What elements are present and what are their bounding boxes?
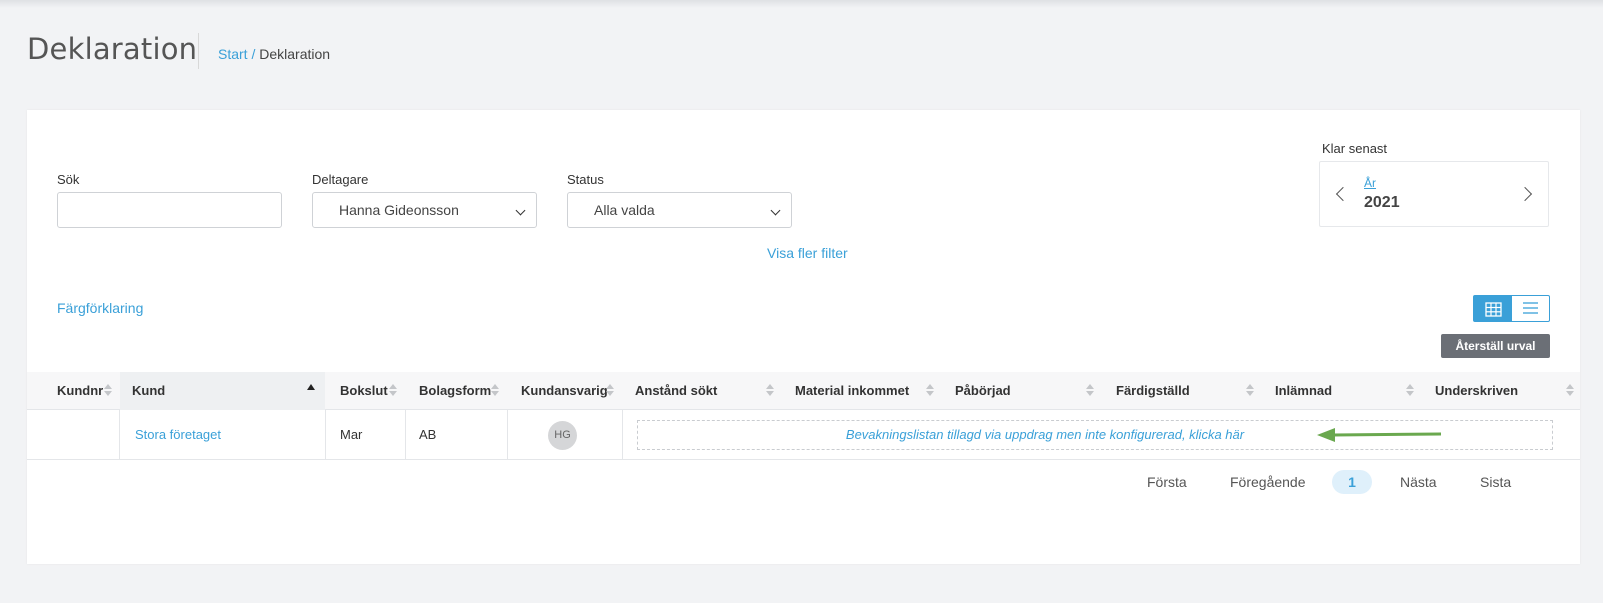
- search-label: Sök: [57, 172, 80, 187]
- column-header-kundnr[interactable]: Kundnr: [57, 372, 103, 410]
- column-header-bokslut[interactable]: Bokslut: [340, 372, 388, 410]
- column-header-underskriven[interactable]: Underskriven: [1435, 372, 1518, 410]
- sort-icon[interactable]: [1565, 383, 1574, 397]
- pagination-next[interactable]: Nästa: [1400, 470, 1437, 494]
- table-header: Kundnr Kund Bokslut Bolagsform Kundansva…: [27, 372, 1580, 410]
- deadline-unit-link[interactable]: År: [1364, 176, 1376, 190]
- column-header-kund[interactable]: Kund: [120, 372, 325, 410]
- deadline-year: 2021: [1364, 194, 1400, 211]
- more-filters-link[interactable]: Visa fler filter: [767, 245, 848, 261]
- grid-icon: [1485, 302, 1502, 317]
- cell-divider: [622, 410, 623, 460]
- deadline-picker: År 2021: [1319, 161, 1549, 227]
- status-select[interactable]: Alla valda: [567, 192, 792, 228]
- top-shadow: [0, 0, 1603, 8]
- sort-icon[interactable]: [1405, 383, 1414, 397]
- main-card: Sök Deltagare Hanna Gideonsson Status Al…: [27, 110, 1580, 564]
- sort-icon[interactable]: [1245, 383, 1254, 397]
- column-header-paborjad[interactable]: Påbörjad: [955, 372, 1011, 410]
- deadline-label: Klar senast: [1322, 141, 1388, 156]
- participant-select[interactable]: Hanna Gideonsson: [312, 192, 537, 228]
- title-divider: [198, 33, 199, 69]
- column-header-material-inkommet[interactable]: Material inkommet: [795, 372, 909, 410]
- cell-divider: [507, 410, 508, 460]
- customer-link[interactable]: Stora företaget: [135, 427, 221, 442]
- chevron-left-icon[interactable]: [1335, 186, 1351, 202]
- breadcrumb-separator: /: [251, 46, 256, 62]
- sort-icon[interactable]: [490, 383, 499, 397]
- status-label: Status: [567, 172, 604, 187]
- pagination: Första Föregående 1 Nästa Sista: [27, 470, 1580, 494]
- reset-selection-button[interactable]: Återställ urval: [1441, 334, 1550, 358]
- pagination-previous[interactable]: Föregående: [1230, 470, 1306, 494]
- sort-icon[interactable]: [388, 383, 397, 397]
- sort-icon[interactable]: [103, 383, 112, 397]
- breadcrumb-current: Deklaration: [259, 46, 331, 62]
- column-header-inlamnad[interactable]: Inlämnad: [1275, 372, 1332, 410]
- participant-label: Deltagare: [312, 172, 369, 187]
- list-icon: [1523, 302, 1538, 314]
- grid-view-button[interactable]: [1473, 295, 1512, 322]
- pagination-first[interactable]: Första: [1147, 470, 1187, 494]
- pagination-current-page[interactable]: 1: [1332, 470, 1372, 494]
- search-input[interactable]: [57, 192, 282, 228]
- chevron-down-icon: [770, 205, 781, 216]
- list-view-button[interactable]: [1511, 295, 1550, 322]
- avatar: HG: [548, 421, 577, 450]
- cell-divider: [119, 410, 120, 460]
- column-header-kundansvarig[interactable]: Kundansvarig: [521, 372, 608, 410]
- sort-ascending-icon[interactable]: [307, 384, 315, 390]
- breadcrumb-home-link[interactable]: Start: [218, 46, 248, 62]
- column-header-anstand-sokt[interactable]: Anstånd sökt: [635, 372, 717, 410]
- column-header-bolagsform[interactable]: Bolagsform: [419, 372, 491, 410]
- cell-divider: [405, 410, 406, 460]
- column-header-fardigstalld[interactable]: Färdigställd: [1116, 372, 1190, 410]
- cell-divider: [325, 410, 326, 460]
- arrow-left-icon: [1317, 428, 1442, 442]
- sort-icon[interactable]: [925, 383, 934, 397]
- pagination-last[interactable]: Sista: [1480, 470, 1511, 494]
- sort-icon[interactable]: [765, 383, 774, 397]
- chevron-down-icon: [515, 205, 526, 216]
- color-legend-link[interactable]: Färgförklaring: [57, 300, 143, 316]
- cell-bokslut: Mar: [340, 427, 363, 442]
- breadcrumb: Start / Deklaration: [218, 46, 330, 62]
- table-row: Stora företaget Mar AB HG Bevakningslist…: [27, 410, 1580, 460]
- view-toggle: [1473, 295, 1550, 322]
- page-title: Deklaration: [27, 32, 198, 66]
- sort-icon[interactable]: [605, 383, 614, 397]
- sort-icon[interactable]: [1085, 383, 1094, 397]
- status-select-value: Alla valda: [594, 202, 655, 218]
- chevron-right-icon[interactable]: [1517, 186, 1533, 202]
- cell-bolagsform: AB: [419, 427, 437, 442]
- participant-select-value: Hanna Gideonsson: [339, 202, 459, 218]
